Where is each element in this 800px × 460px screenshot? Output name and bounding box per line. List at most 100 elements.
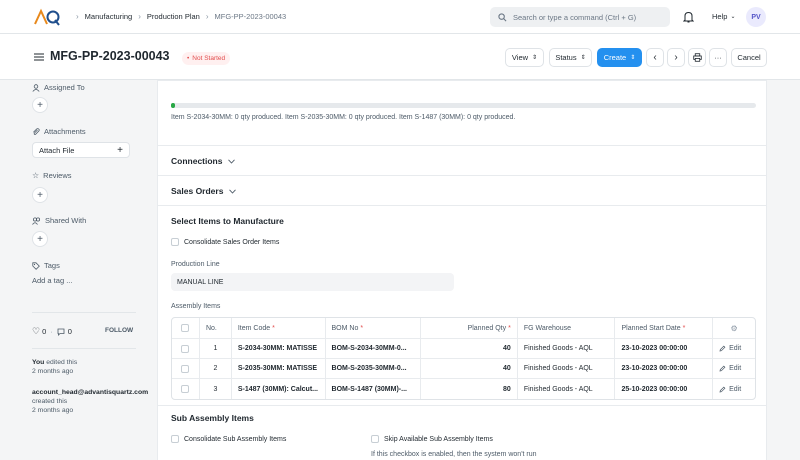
cancel-button[interactable]: Cancel xyxy=(731,48,767,67)
avatar[interactable]: PV xyxy=(746,7,766,27)
cell-bom-no[interactable]: BOM-S-1487 (30MM)-... xyxy=(326,379,422,399)
production-line-field[interactable]: MANUAL LINE xyxy=(171,273,454,291)
production-line-value: MANUAL LINE xyxy=(177,278,224,286)
col-planned-start: Planned Start Date * xyxy=(615,318,714,338)
cell-item-code[interactable]: S-2034-30MM: MATISSE xyxy=(232,339,326,358)
row-edit-button[interactable]: Edit xyxy=(713,379,755,399)
col-planned-start-label: Planned Start Date xyxy=(621,324,681,332)
cell-planned-qty[interactable]: 40 xyxy=(421,359,518,378)
plus-icon: + xyxy=(117,144,123,156)
activity-actor[interactable]: account_head@advantisquartz.com xyxy=(32,389,148,396)
user-icon xyxy=(32,83,40,92)
activity-action: edited this xyxy=(46,359,78,366)
breadcrumb-manufacturing[interactable]: Manufacturing xyxy=(85,12,133,21)
checkbox[interactable] xyxy=(371,435,379,443)
cell-fg-warehouse[interactable]: Finished Goods - AQL xyxy=(518,359,616,378)
cell-fg-warehouse[interactable]: Finished Goods - AQL xyxy=(518,379,616,399)
view-button[interactable]: View ⇕ xyxy=(505,48,544,67)
row-checkbox[interactable] xyxy=(181,385,190,393)
cell-bom-no[interactable]: BOM-S-2034-30MM-0... xyxy=(326,339,422,358)
comment-icon[interactable] xyxy=(57,328,65,336)
create-button[interactable]: Create ⇕ xyxy=(597,48,642,67)
breadcrumb: › Manufacturing › Production Plan › MFG-… xyxy=(70,12,286,21)
search-input[interactable]: Search or type a command (Ctrl + G) xyxy=(490,7,670,27)
sidebar-toggle-icon[interactable] xyxy=(34,53,44,61)
add-review-button[interactable]: + xyxy=(32,187,48,203)
chevron-down-icon: ⌄ xyxy=(730,14,736,20)
section-divider xyxy=(158,405,766,406)
checkbox[interactable] xyxy=(171,238,179,246)
col-settings[interactable]: ⚙ xyxy=(713,318,755,338)
table-row[interactable]: 2 S-2035-30MM: MATISSE BOM-S-2035-30MM-0… xyxy=(172,359,755,379)
edit-label: Edit xyxy=(729,385,742,393)
cell-item-code[interactable]: S-2035-30MM: MATISSE xyxy=(232,359,326,378)
connections-section[interactable]: Connections xyxy=(171,156,236,166)
help-dropdown[interactable]: Help ⌄ xyxy=(712,12,735,21)
col-fg-warehouse: FG Warehouse xyxy=(518,318,616,338)
notification-bell-icon[interactable] xyxy=(683,11,694,23)
checkbox[interactable] xyxy=(171,435,179,443)
chevron-down-icon xyxy=(228,158,236,164)
tags-text: Tags xyxy=(44,261,60,270)
cell-fg-warehouse[interactable]: Finished Goods - AQL xyxy=(518,339,616,358)
previous-doc-button[interactable]: ‹ xyxy=(646,48,664,67)
plus-icon: + xyxy=(37,99,43,111)
status-button[interactable]: Status ⇕ xyxy=(549,48,592,67)
reviews-text: Reviews xyxy=(43,171,72,180)
select-all-checkbox[interactable] xyxy=(181,324,190,332)
row-checkbox[interactable] xyxy=(181,344,190,353)
add-tag-link[interactable]: Add a tag ... xyxy=(32,276,72,285)
row-edit-button[interactable]: Edit xyxy=(713,359,755,378)
cell-planned-qty[interactable]: 40 xyxy=(421,339,518,358)
tag-icon xyxy=(32,261,40,270)
sub-assembly-heading: Sub Assembly Items xyxy=(171,413,254,423)
shared-with-text: Shared With xyxy=(45,216,87,225)
heart-icon[interactable]: ♡ xyxy=(32,326,40,337)
skip-available-description: If this checkbox is enabled, then the sy… xyxy=(371,451,537,458)
page-head: MFG-PP-2023-00043 • Not Started View ⇕ S… xyxy=(0,34,800,80)
cell-planned-qty[interactable]: 80 xyxy=(421,379,518,399)
assigned-to-text: Assigned To xyxy=(44,83,85,92)
tags-label: Tags xyxy=(32,261,60,270)
next-doc-button[interactable]: › xyxy=(667,48,685,67)
sales-orders-heading: Sales Orders xyxy=(171,186,224,196)
table-row[interactable]: 1 S-2034-30MM: MATISSE BOM-S-2034-30MM-0… xyxy=(172,339,755,359)
activity-time: 2 months ago xyxy=(32,407,74,414)
cell-planned-start[interactable]: 23-10-2023 00:00:00 xyxy=(615,359,714,378)
consolidate-so-checkbox[interactable]: Consolidate Sales Order Items xyxy=(171,238,279,246)
activity-item: You edited this 2 months ago xyxy=(32,358,77,376)
breadcrumb-chevron-icon: › xyxy=(138,12,141,21)
skip-available-checkbox[interactable]: Skip Available Sub Assembly Items xyxy=(371,435,493,443)
add-assignee-button[interactable]: + xyxy=(32,97,48,113)
top-navbar: › Manufacturing › Production Plan › MFG-… xyxy=(0,0,800,34)
sidebar-divider xyxy=(32,348,136,349)
consolidate-sub-checkbox[interactable]: Consolidate Sub Assembly Items xyxy=(171,435,286,443)
app-logo[interactable] xyxy=(34,8,60,26)
col-planned-qty: Planned Qty * xyxy=(421,318,518,338)
cell-bom-no[interactable]: BOM-S-2035-30MM-0... xyxy=(326,359,422,378)
paperclip-icon xyxy=(33,127,40,135)
more-actions-button[interactable]: ··· xyxy=(709,48,727,67)
cell-item-code[interactable]: S-1487 (30MM): Calcut... xyxy=(232,379,326,399)
chevron-down-icon xyxy=(229,188,237,194)
table-row[interactable]: 3 S-1487 (30MM): Calcut... BOM-S-1487 (3… xyxy=(172,379,755,399)
status-button-label: Status xyxy=(555,53,577,62)
breadcrumb-production-plan[interactable]: Production Plan xyxy=(147,12,200,21)
sales-orders-section[interactable]: Sales Orders xyxy=(171,186,237,196)
activity-actor: You xyxy=(32,359,45,366)
print-button[interactable] xyxy=(688,48,706,67)
assembly-items-label: Assembly Items xyxy=(171,303,221,310)
cell-planned-start[interactable]: 25-10-2023 00:00:00 xyxy=(615,379,714,399)
pencil-icon xyxy=(719,365,726,372)
cell-no: 2 xyxy=(200,359,232,378)
required-asterisk: * xyxy=(272,324,275,332)
row-edit-button[interactable]: Edit xyxy=(713,339,755,358)
cell-planned-start[interactable]: 23-10-2023 00:00:00 xyxy=(615,339,714,358)
row-checkbox[interactable] xyxy=(181,364,190,373)
add-share-button[interactable]: + xyxy=(32,231,48,247)
follow-button[interactable]: FOLLOW xyxy=(105,327,133,334)
col-item-code-label: Item Code xyxy=(237,324,271,332)
attach-file-button[interactable]: Attach File + xyxy=(32,142,130,158)
row-select-cell xyxy=(172,359,200,378)
settings-gear-icon: ⚙ xyxy=(730,323,738,333)
